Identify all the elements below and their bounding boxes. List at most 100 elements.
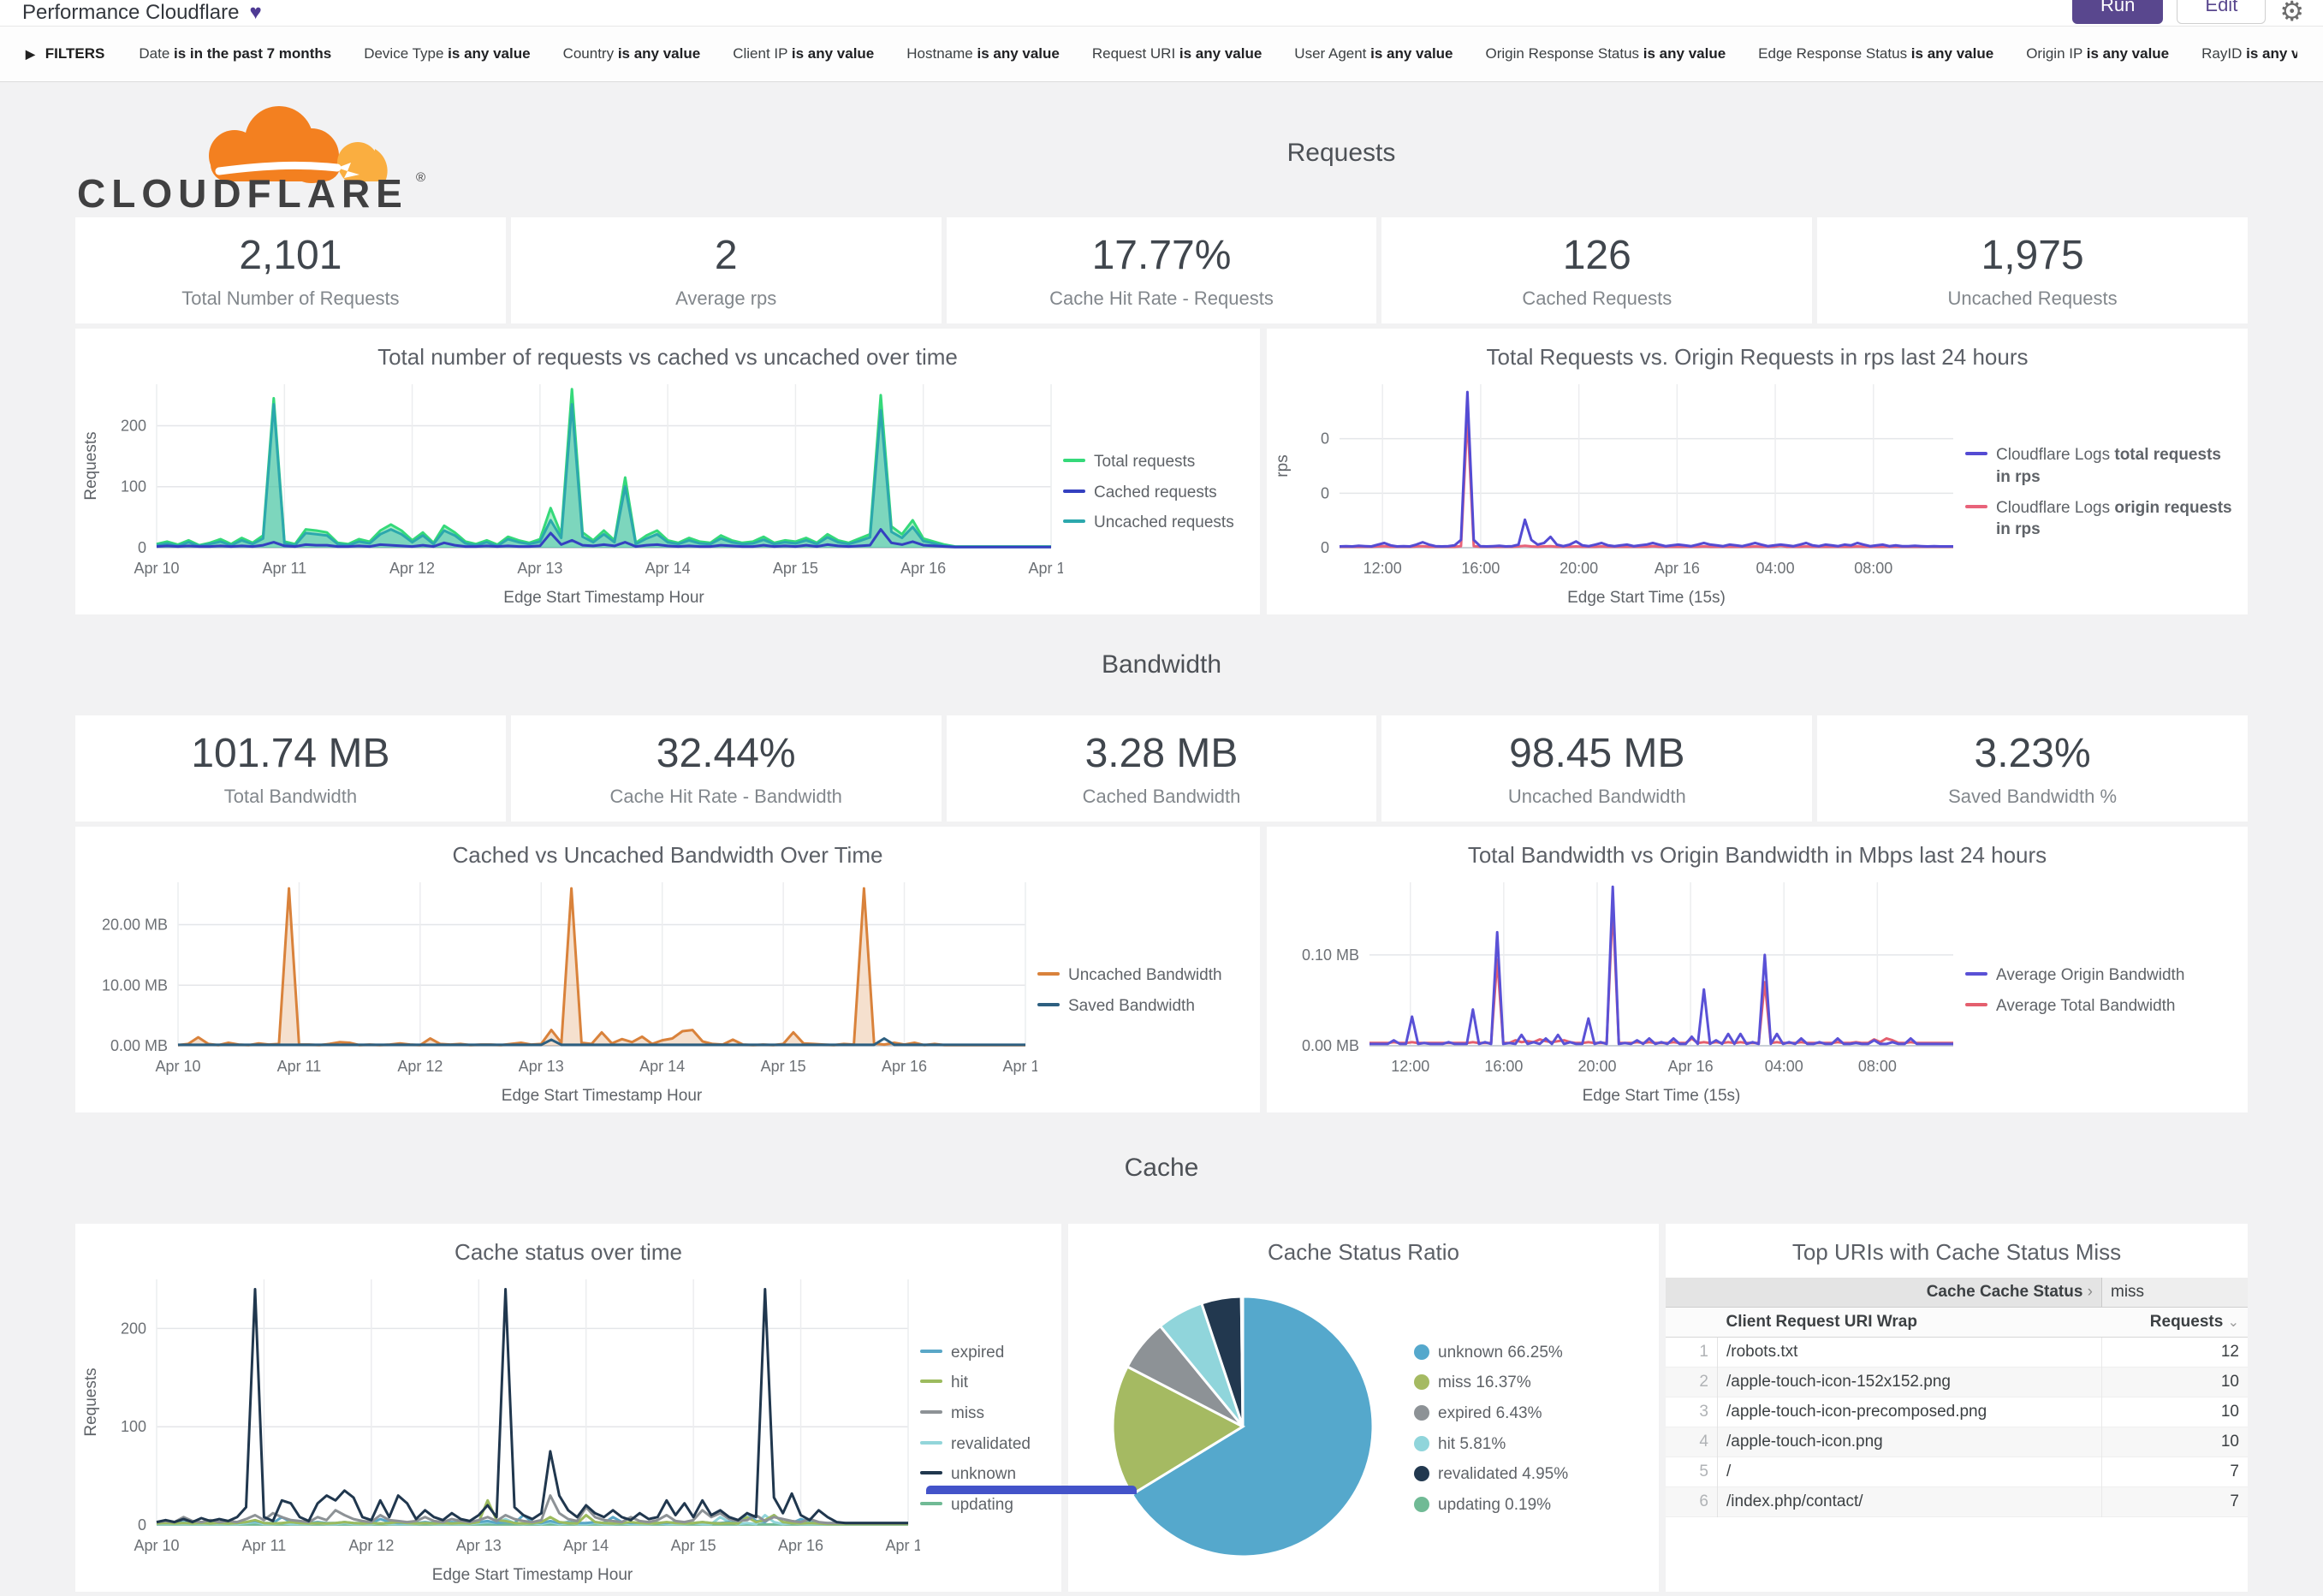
svg-text:16:00: 16:00 bbox=[1484, 1058, 1523, 1075]
requests-cell[interactable]: 12 bbox=[2102, 1338, 2249, 1368]
legend-item[interactable]: Cloudflare Logs origin requests in rps bbox=[1965, 497, 2237, 541]
legend-label: hit bbox=[951, 1372, 968, 1394]
row-index: 1 bbox=[1666, 1338, 1718, 1368]
legend-item[interactable]: Average Total Bandwidth bbox=[1965, 995, 2237, 1018]
legend-item[interactable]: revalidated bbox=[920, 1433, 1051, 1456]
svg-text:Edge Start Timestamp Hour: Edge Start Timestamp Hour bbox=[502, 1087, 703, 1105]
header-actions: Run Edit ⚙ bbox=[2072, 0, 2304, 27]
legend-label: revalidated bbox=[951, 1433, 1031, 1456]
legend-label: revalidated 4.95% bbox=[1438, 1463, 1568, 1486]
kpi-tile: 2,101 Total Number of Requests bbox=[75, 217, 506, 323]
legend-label: updating 0.19% bbox=[1438, 1494, 1551, 1516]
legend-item[interactable]: Cached requests bbox=[1063, 482, 1250, 504]
bandwidth-kpi-row: 101.74 MB Total Bandwidth 32.44% Cache H… bbox=[75, 715, 2248, 822]
svg-text:Apr 13: Apr 13 bbox=[517, 560, 562, 577]
svg-text:Apr 14: Apr 14 bbox=[645, 560, 691, 577]
legend-item[interactable]: expired bbox=[920, 1342, 1051, 1364]
filter-chip[interactable]: Request URI is any value bbox=[1092, 45, 1262, 62]
legend-item[interactable]: Uncached requests bbox=[1063, 512, 1250, 534]
svg-text:0: 0 bbox=[138, 1516, 146, 1534]
uri-cell[interactable]: /index.php/contact/ bbox=[1718, 1487, 2102, 1517]
filter-chip[interactable]: Device Type is any value bbox=[364, 45, 530, 62]
table-row[interactable]: 3 /apple-touch-icon-precomposed.png 10 bbox=[1666, 1397, 2248, 1427]
kpi-value: 126 bbox=[1563, 232, 1631, 279]
legend-item[interactable]: Total requests bbox=[1063, 451, 1250, 473]
legend-item[interactable]: updating 0.19% bbox=[1414, 1494, 1649, 1516]
svg-text:200: 200 bbox=[121, 417, 146, 434]
legend-item[interactable]: miss bbox=[920, 1403, 1051, 1425]
svg-text:0: 0 bbox=[1321, 539, 1329, 556]
chart-bandwidth-over-time: Cached vs Uncached Bandwidth Over Time 0… bbox=[75, 827, 1260, 1112]
legend-item[interactable]: updating bbox=[920, 1494, 1051, 1516]
cache-row: Cache status over time 0100200Apr 10Apr … bbox=[75, 1224, 2248, 1592]
svg-text:Apr 12: Apr 12 bbox=[397, 1058, 443, 1075]
legend-item[interactable]: Average Origin Bandwidth bbox=[1965, 964, 2237, 987]
table-row[interactable]: 1 /robots.txt 12 bbox=[1666, 1338, 2248, 1368]
table-body: 1 /robots.txt 12 2 /apple-touch-icon-152… bbox=[1666, 1338, 2248, 1517]
table-row[interactable]: 5 / 7 bbox=[1666, 1457, 2248, 1487]
svg-text:Apr 17: Apr 17 bbox=[885, 1537, 920, 1554]
uri-column-header[interactable]: Client Request URI Wrap bbox=[1718, 1308, 2102, 1338]
table-top-uris-miss: Top URIs with Cache Status Miss Cache Ca… bbox=[1666, 1224, 2248, 1592]
uri-cell[interactable]: /robots.txt bbox=[1718, 1338, 2102, 1368]
legend-item[interactable]: miss 16.37% bbox=[1414, 1372, 1649, 1394]
filter-chip[interactable]: Origin IP is any value bbox=[2026, 45, 2169, 62]
kpi-label: Cached Requests bbox=[1522, 288, 1672, 310]
requests-cell[interactable]: 10 bbox=[2102, 1427, 2249, 1457]
legend-label: Average Origin Bandwidth bbox=[1996, 964, 2184, 987]
legend-label: Cached requests bbox=[1094, 482, 1217, 504]
kpi-tile: 32.44% Cache Hit Rate - Bandwidth bbox=[511, 715, 942, 822]
legend-item[interactable]: expired 6.43% bbox=[1414, 1403, 1649, 1425]
requests-cell[interactable]: 7 bbox=[2102, 1457, 2249, 1487]
table-row[interactable]: 4 /apple-touch-icon.png 10 bbox=[1666, 1427, 2248, 1457]
filter-chip[interactable]: Country is any value bbox=[563, 45, 701, 62]
requests-cell[interactable]: 10 bbox=[2102, 1397, 2249, 1427]
legend-item[interactable]: revalidated 4.95% bbox=[1414, 1463, 1649, 1486]
filters-toggle[interactable]: ▶ FILTERS bbox=[26, 45, 104, 62]
filter-chip[interactable]: User Agent is any value bbox=[1294, 45, 1453, 62]
pie-slice-updating[interactable] bbox=[1241, 1296, 1243, 1427]
uri-cell[interactable]: /apple-touch-icon-precomposed.png bbox=[1718, 1397, 2102, 1427]
table-row[interactable]: 6 /index.php/contact/ 7 bbox=[1666, 1487, 2248, 1517]
uri-cell[interactable]: /apple-touch-icon-152x152.png bbox=[1718, 1368, 2102, 1397]
kpi-label: Total Number of Requests bbox=[181, 288, 399, 310]
legend-item[interactable]: unknown 66.25% bbox=[1414, 1342, 1649, 1364]
edit-button[interactable]: Edit bbox=[2177, 0, 2266, 24]
filter-chip[interactable]: Hostname is any value bbox=[906, 45, 1060, 62]
filter-chip[interactable]: Date is in the past 7 months bbox=[139, 45, 331, 62]
run-button[interactable]: Run bbox=[2072, 0, 2163, 24]
legend-item[interactable]: Uncached Bandwidth bbox=[1037, 964, 1250, 987]
legend-item[interactable]: hit 5.81% bbox=[1414, 1433, 1649, 1456]
uri-cell[interactable]: /apple-touch-icon.png bbox=[1718, 1427, 2102, 1457]
filter-chip[interactable]: Edge Response Status is any value bbox=[1758, 45, 1993, 62]
requests-cell[interactable]: 7 bbox=[2102, 1487, 2249, 1517]
requests-column-header[interactable]: Requests ⌄ bbox=[2102, 1308, 2249, 1338]
filters-label: FILTERS bbox=[45, 45, 105, 62]
svg-text:20:00: 20:00 bbox=[1577, 1058, 1616, 1075]
svg-text:08:00: 08:00 bbox=[1854, 560, 1892, 577]
requests-kpi-row: 2,101 Total Number of Requests 2 Average… bbox=[75, 217, 2248, 323]
svg-text:0.00 MB: 0.00 MB bbox=[110, 1037, 168, 1054]
legend-item[interactable]: unknown bbox=[920, 1463, 1051, 1486]
cloudflare-logo: CLOUDFLARE ® bbox=[75, 92, 435, 214]
legend-label: Uncached Bandwidth bbox=[1068, 964, 1222, 987]
table-row[interactable]: 2 /apple-touch-icon-152x152.png 10 bbox=[1666, 1368, 2248, 1397]
legend-item[interactable]: Saved Bandwidth bbox=[1037, 995, 1250, 1018]
requests-cell[interactable]: 10 bbox=[2102, 1368, 2249, 1397]
row-index: 6 bbox=[1666, 1487, 1718, 1517]
legend-item[interactable]: hit bbox=[920, 1372, 1051, 1394]
kpi-tile: 2 Average rps bbox=[511, 217, 942, 323]
cache-status-ratio-svg bbox=[1097, 1281, 1388, 1572]
settings-gear-icon[interactable]: ⚙ bbox=[2279, 0, 2304, 27]
legend-item[interactable]: Cloudflare Logs total requests in rps bbox=[1965, 444, 2237, 488]
filter-chip[interactable]: Origin Response Status is any value bbox=[1486, 45, 1726, 62]
filter-chip[interactable]: RayID is any valu… bbox=[2201, 45, 2297, 62]
uri-cell[interactable]: / bbox=[1718, 1457, 2102, 1487]
filter-chip[interactable]: Client IP is any value bbox=[733, 45, 874, 62]
svg-text:100: 100 bbox=[121, 1418, 146, 1435]
svg-text:0: 0 bbox=[1321, 484, 1329, 501]
pivot-header[interactable]: Cache Cache Status › bbox=[1666, 1278, 2102, 1308]
legend-swatch bbox=[920, 1502, 942, 1505]
requests-over-time-plot: 0100200Apr 10Apr 11Apr 12Apr 13Apr 14Apr… bbox=[75, 371, 1063, 614]
kpi-label: Cache Hit Rate - Requests bbox=[1049, 288, 1274, 310]
